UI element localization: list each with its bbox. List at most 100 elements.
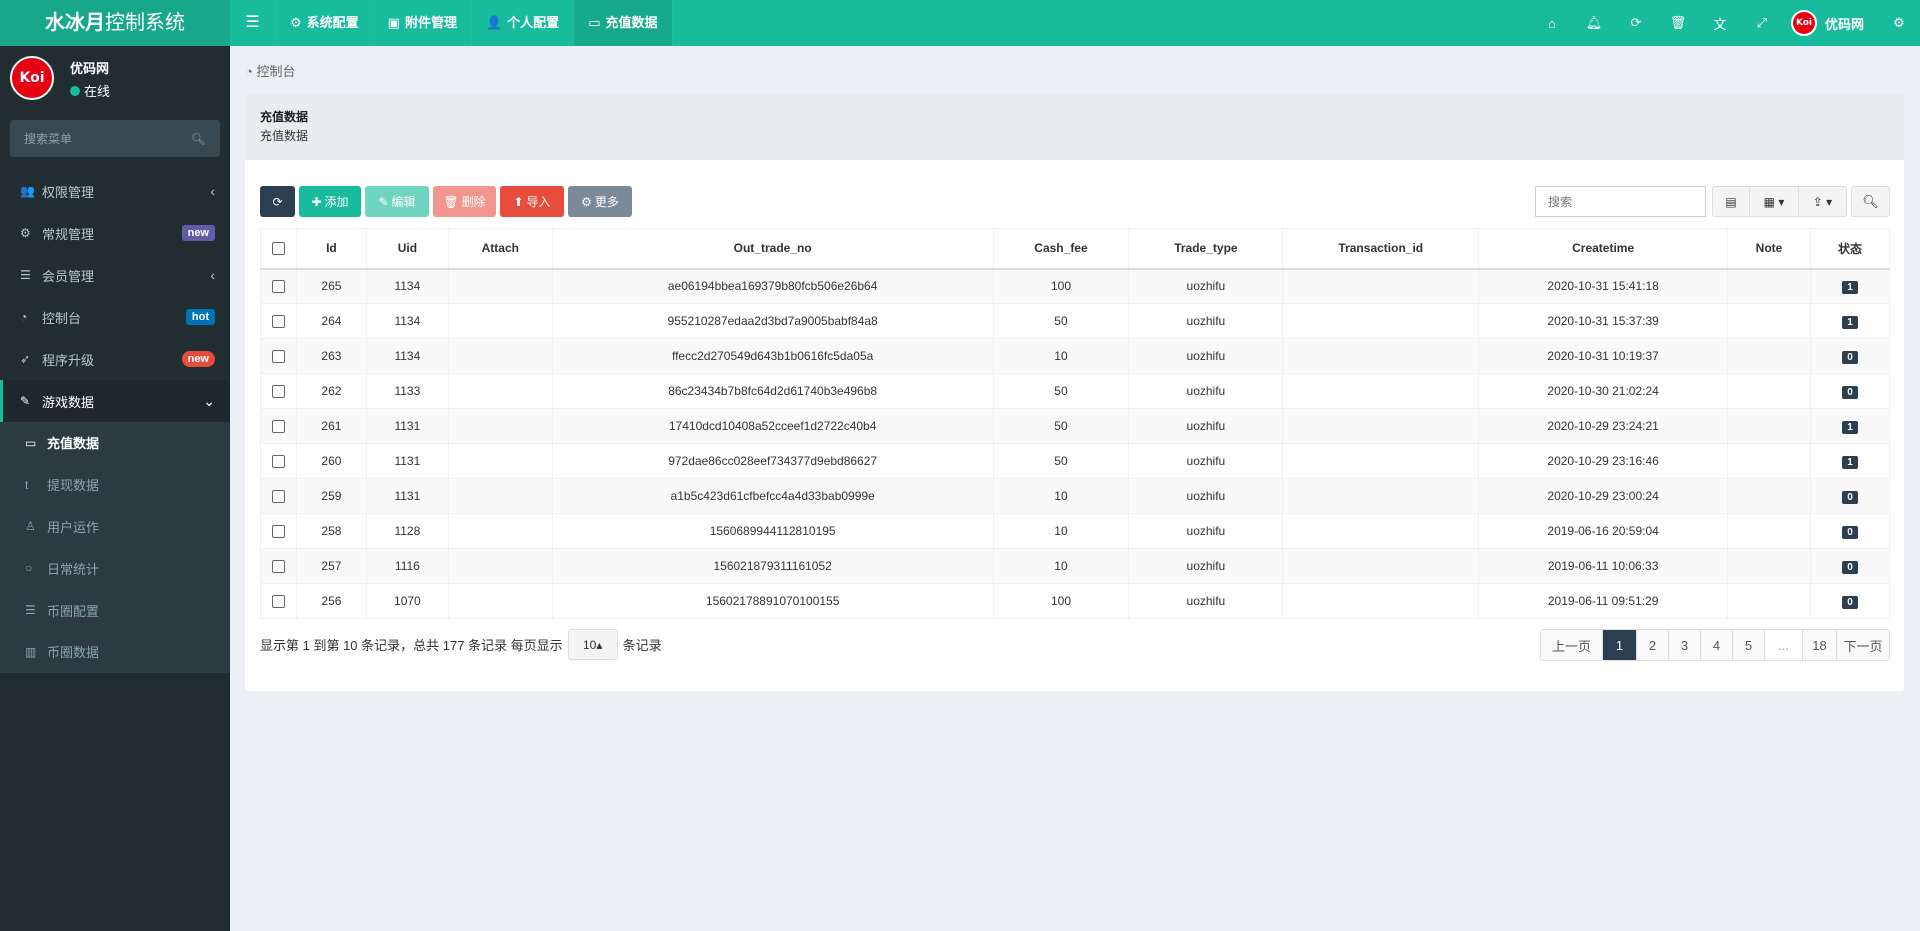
table-row[interactable]: 263 1134 ffecc2d270549d643b1b0616fc5da05a 1… — [260, 338, 1891, 374]
select-cell — [260, 443, 297, 479]
page-button[interactable]: ... — [1765, 630, 1803, 660]
page-button[interactable]: 2 — [1637, 630, 1669, 660]
cogs-icon: ⚙ — [20, 226, 31, 240]
row-checkbox[interactable] — [271, 455, 285, 469]
list-alt-icon: ▤ — [1725, 194, 1737, 209]
fullscreen-icon[interactable]: ⤢ — [1741, 15, 1783, 31]
bell-icon[interactable]: 🔔︎ — [1573, 15, 1615, 31]
trash-icon[interactable]: 🗑︎ — [1657, 15, 1699, 31]
page-button[interactable]: 18 — [1803, 630, 1837, 660]
table-cell — [1727, 303, 1811, 339]
row-checkbox[interactable] — [271, 350, 285, 364]
user-menu[interactable]: Koi 优码网 — [1783, 10, 1878, 36]
top-nav: ☰ ⚙ 系统配置 ▣ 附件管理 👤 个人配置 ▭ 充值数据 — [230, 0, 673, 46]
advanced-search-button[interactable]: 🔍︎ — [1851, 186, 1890, 217]
column-header[interactable]: Cash_fee — [992, 228, 1130, 270]
column-header[interactable]: Trade_type — [1128, 228, 1284, 270]
sidebar-subitem-5[interactable]: ▥ 币圈数据 — [3, 631, 230, 673]
row-checkbox[interactable] — [271, 385, 285, 399]
column-header[interactable]: Transaction_id — [1282, 228, 1480, 270]
delete-button[interactable]: 🗑︎ 删除 — [433, 186, 496, 217]
export-button[interactable]: ⇪ ▾ — [1799, 187, 1846, 216]
column-header[interactable]: Id — [295, 228, 367, 270]
page-button[interactable]: 1 — [1603, 630, 1637, 660]
sidebar-item-4[interactable]: ➶ 程序升级 new — [0, 338, 230, 380]
table-cell: 100 — [992, 583, 1130, 619]
sidebar-subitem-0[interactable]: ▭ 充值数据 — [3, 422, 230, 464]
table-row[interactable]: 261 1131 17410dcd10408a52cceef1d2722c40b4 5… — [260, 408, 1891, 444]
page-button[interactable]: 4 — [1701, 630, 1733, 660]
prev-page-button[interactable]: 上一页 — [1541, 630, 1603, 660]
table-cell: 2020-10-31 15:41:18 — [1478, 268, 1729, 304]
nav-tab-1[interactable]: ▣ 附件管理 — [374, 0, 472, 46]
sidebar-subitem-4[interactable]: ☰ 币圈配置 — [3, 589, 230, 631]
refresh-button[interactable]: ⟳ — [260, 186, 295, 217]
sidebar-item-1[interactable]: ⚙ 常规管理 new — [0, 212, 230, 254]
page-size-select[interactable]: 10 ▴ — [567, 629, 618, 660]
table-row[interactable]: 258 1128 1560689944112810195 10 uozhifu 2019-… — [260, 513, 1891, 549]
next-page-button[interactable]: 下一页 — [1837, 630, 1889, 660]
table-row[interactable]: 260 1131 972dae86cc028eef734377d9ebd86627 5… — [260, 443, 1891, 479]
sidebar-item-2[interactable]: ☰ 会员管理 ‹ — [0, 254, 230, 296]
table-row[interactable]: 265 1134 ae06194bbea169379b80fcb506e26b64 1… — [260, 268, 1891, 304]
status-badge: 0 — [1842, 596, 1858, 609]
table-cell — [1727, 268, 1811, 304]
row-checkbox[interactable] — [271, 595, 285, 609]
caret-up-icon: ▴ — [596, 637, 603, 652]
menu-badge: new — [181, 351, 215, 367]
select-all-checkbox[interactable] — [271, 242, 285, 256]
menu-search-input[interactable]: 搜索菜单 🔍︎ — [10, 120, 220, 157]
sidebar-item-5[interactable]: ✎ 游戏数据 ⌄ — [0, 380, 230, 422]
import-button[interactable]: ⬆ 导入 — [500, 186, 564, 217]
translate-icon[interactable]: 文 — [1699, 14, 1741, 33]
table-row[interactable]: 262 1133 86c23434b7b8fc64d2d61740b3e496b8 5… — [260, 373, 1891, 409]
row-checkbox[interactable] — [271, 525, 285, 539]
page-button[interactable]: 3 — [1669, 630, 1701, 660]
column-header[interactable]: Attach — [447, 228, 553, 270]
sidebar-subitem-3[interactable]: ○ 日常统计 — [3, 547, 230, 589]
row-checkbox[interactable] — [271, 560, 285, 574]
status-badge: 0 — [1842, 351, 1858, 364]
page-button[interactable]: 5 — [1733, 630, 1765, 660]
row-checkbox[interactable] — [271, 490, 285, 504]
sidebar-item-label: 常规管理 — [42, 226, 95, 242]
home-icon[interactable]: ⌂ — [1531, 16, 1573, 31]
columns-button[interactable]: ▦ ▾ — [1750, 187, 1799, 216]
nav-tab-2[interactable]: 👤 个人配置 — [472, 0, 575, 46]
edit-button[interactable]: ✎ 编辑 — [365, 186, 429, 217]
column-header[interactable]: Uid — [365, 228, 449, 270]
toggle-view-button[interactable]: ▤ — [1713, 187, 1750, 216]
column-header[interactable]: Createtime — [1478, 228, 1729, 270]
row-checkbox[interactable] — [271, 315, 285, 329]
page-size-value: 10 — [582, 637, 597, 652]
cogs-icon[interactable]: ⚙ — [1878, 15, 1920, 31]
table-cell: 10 — [992, 548, 1130, 584]
column-header[interactable]: Note — [1727, 228, 1811, 270]
column-header[interactable]: 状态 — [1809, 228, 1891, 270]
sidebar-subitem-2[interactable]: ♙ 用户运作 — [3, 506, 230, 548]
column-header[interactable]: Out_trade_no — [551, 228, 994, 270]
table-row[interactable]: 256 1070 15602178891070100155 100 uozhifu 201… — [260, 583, 1891, 619]
table-row[interactable]: 259 1131 a1b5c423d61cfbefcc4a4d33bab0999e 1… — [260, 478, 1891, 514]
breadcrumb[interactable]: ◔ 控制台 — [245, 61, 295, 80]
app-logo[interactable]: 水冰月控制系统 — [0, 0, 230, 46]
sidebar-toggle-button[interactable]: ☰ — [230, 0, 276, 46]
add-button[interactable]: ✚ 添加 — [299, 186, 361, 217]
table-row[interactable]: 257 1116 156021879311161052 10 uozhifu 2019-0… — [260, 548, 1891, 584]
sidebar-subitem-1[interactable]: t 提现数据 — [3, 464, 230, 506]
chevron-down-icon: ⌄ — [203, 392, 215, 409]
nav-tab-3[interactable]: ▭ 充值数据 — [574, 0, 673, 46]
row-checkbox[interactable] — [271, 280, 285, 294]
table-search-input[interactable] — [1535, 186, 1706, 217]
table-row[interactable]: 264 1134 955210287edaa2d3bd7a9005babf84a8 5… — [260, 303, 1891, 339]
table-cell: 50 — [992, 408, 1130, 444]
sidebar-item-3[interactable]: ◔ 控制台 hot — [0, 296, 230, 338]
more-button[interactable]: ⚙ 更多 — [568, 186, 632, 217]
table-cell — [1727, 443, 1811, 479]
sidebar-item-0[interactable]: 👥 权限管理 ‹ — [0, 170, 230, 212]
nav-tab-0[interactable]: ⚙ 系统配置 — [276, 0, 374, 46]
refresh-icon[interactable]: ⟳ — [1615, 15, 1657, 31]
status-badge: 0 — [1842, 491, 1858, 504]
row-checkbox[interactable] — [271, 420, 285, 434]
select-cell — [260, 583, 297, 619]
